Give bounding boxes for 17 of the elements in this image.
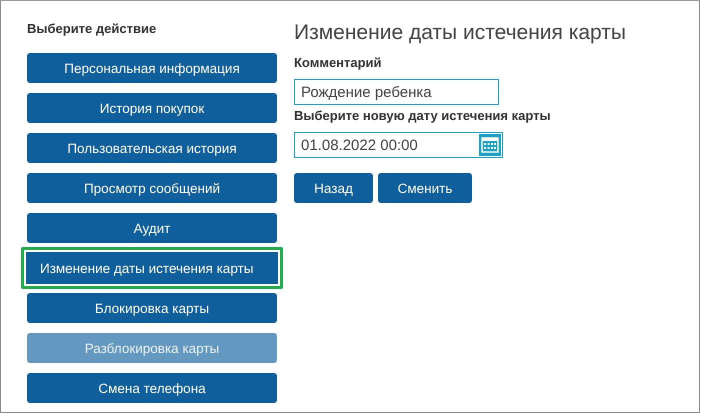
change-button[interactable]: Сменить [378,173,472,203]
comment-label: Комментарий [294,55,383,71]
action-button[interactable]: Изменение даты истечения карты [21,247,283,289]
action-button[interactable]: История покупок [27,93,277,123]
sidebar-heading: Выберите действие [27,21,158,38]
action-button[interactable]: Персональная информация [27,53,277,83]
date-label: Выберите новую дату истечения карты [294,108,552,124]
back-button[interactable]: Назад [294,173,373,203]
action-button[interactable]: Смена телефона [27,373,277,403]
page-title: Изменение даты истечения карты [294,20,626,46]
comment-field[interactable]: Рождение ребенка [294,79,499,105]
action-button[interactable]: Аудит [27,213,277,243]
action-button[interactable]: Пользовательская история [27,133,277,163]
date-picker[interactable]: 01.08.2022 00:00 [294,132,503,158]
action-button[interactable]: Просмотр сообщений [27,173,277,203]
action-button[interactable]: Блокировка карты [27,293,277,323]
calendar-icon[interactable] [479,134,501,156]
